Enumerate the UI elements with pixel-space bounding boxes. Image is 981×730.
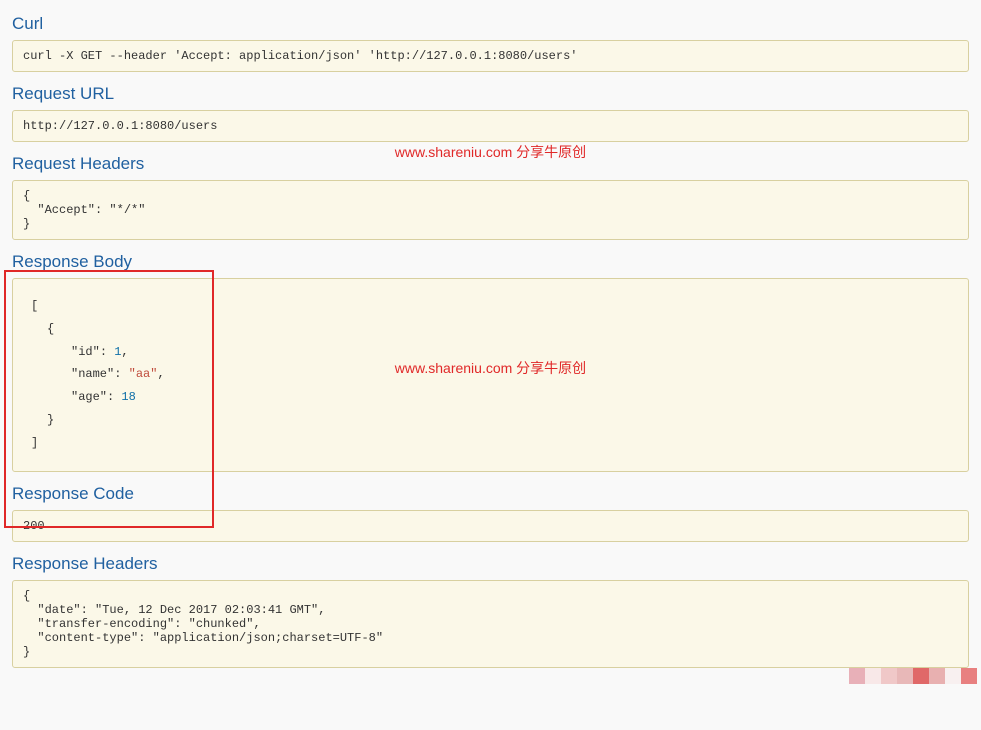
json-id-colon: : [100, 345, 114, 359]
response-headers-title: Response Headers [12, 554, 973, 574]
json-open-bracket: [ [31, 299, 38, 313]
pixel-block [961, 668, 977, 684]
response-body-title: Response Body [12, 252, 973, 272]
json-id-key: "id" [71, 345, 100, 359]
response-code-title: Response Code [12, 484, 973, 504]
pixel-block [849, 668, 865, 684]
request-headers-content: { "Accept": "*/*" } [12, 180, 969, 240]
json-open-brace: { [31, 322, 54, 336]
pixel-block [881, 668, 897, 684]
pixel-block [913, 668, 929, 684]
json-close-bracket: ] [31, 436, 38, 450]
pixel-block [945, 668, 961, 684]
curl-title: Curl [12, 14, 973, 34]
json-name-trail: , [157, 367, 164, 381]
json-name-key: "name" [71, 367, 114, 381]
json-age-colon: : [107, 390, 121, 404]
json-id-trail: , [121, 345, 128, 359]
pixel-block [929, 668, 945, 684]
json-name-val: "aa" [129, 367, 158, 381]
json-close-brace: } [31, 413, 54, 427]
json-age-val: 18 [121, 390, 135, 404]
pixel-decoration [849, 668, 977, 684]
request-url-title: Request URL [12, 84, 973, 104]
request-headers-title: Request Headers [12, 154, 973, 174]
response-code-content: 200 [12, 510, 969, 542]
curl-content: curl -X GET --header 'Accept: applicatio… [12, 40, 969, 72]
json-name-colon: : [114, 367, 128, 381]
response-body-content: [{"id": 1,"name": "aa","age": 18}] [12, 278, 969, 472]
json-age-key: "age" [71, 390, 107, 404]
pixel-block [897, 668, 913, 684]
pixel-block [865, 668, 881, 684]
response-headers-content: { "date": "Tue, 12 Dec 2017 02:03:41 GMT… [12, 580, 969, 668]
request-url-content: http://127.0.0.1:8080/users [12, 110, 969, 142]
